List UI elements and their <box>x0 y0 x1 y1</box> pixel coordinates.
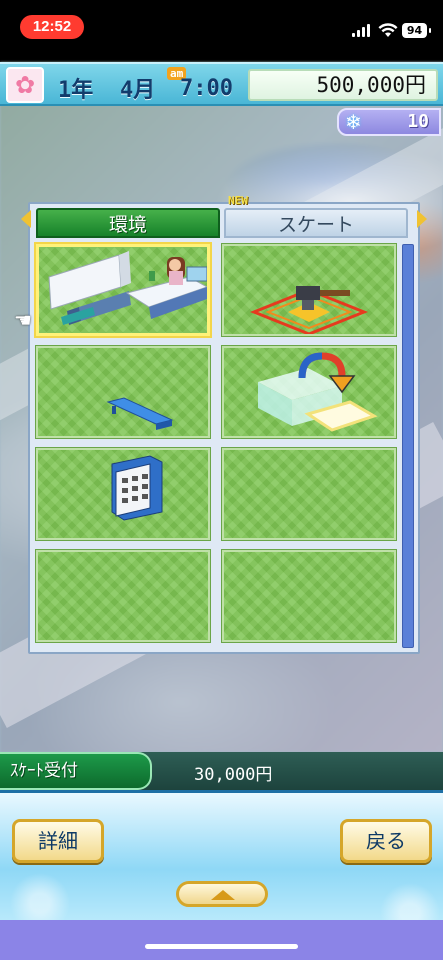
vending-machine-icon <box>111 455 163 521</box>
tab-environment[interactable]: 環境 <box>36 208 220 238</box>
tab-next-arrow-icon[interactable] <box>417 210 427 228</box>
selected-item-price: 30,000円 <box>194 765 273 785</box>
month-display: 4月 <box>120 78 156 103</box>
selected-item-name: ｽｹｰﾄ受付 <box>0 752 152 790</box>
top-hud: ✿ 1年 4月 am 7:00 500,000円 <box>0 62 443 106</box>
triangle-up-icon <box>211 890 235 900</box>
status-bar: 12:52 94 <box>0 0 443 62</box>
reception-counter-icon <box>48 251 209 325</box>
back-button[interactable]: 戻る <box>340 819 432 863</box>
item-grid <box>34 242 404 650</box>
pointing-hand-icon: ☚ <box>14 308 32 332</box>
signal-icon <box>352 24 372 37</box>
new-badge: NEW <box>228 194 248 207</box>
catalog-scrollbar[interactable] <box>402 244 414 648</box>
expand-panel-button[interactable] <box>176 881 268 907</box>
home-area <box>0 920 443 960</box>
selected-item-bar: ｽｹｰﾄ受付 30,000円 <box>0 752 443 790</box>
item-empty-slot[interactable] <box>221 447 397 541</box>
build-catalog-panel: 環境 スケート NEW ☚ <box>14 194 427 654</box>
money-display: 500,000円 <box>248 69 438 101</box>
home-indicator[interactable] <box>145 944 298 949</box>
item-skate-rink-tool[interactable] <box>221 243 397 337</box>
battery-icon: 94 <box>402 23 431 38</box>
item-empty-slot[interactable] <box>221 549 397 643</box>
year-display: 1年 <box>58 78 94 103</box>
item-skate-reception[interactable] <box>34 242 212 338</box>
flower-icon[interactable]: ✿ <box>6 67 44 103</box>
wifi-icon <box>378 23 398 37</box>
item-empty-slot[interactable] <box>35 549 211 643</box>
snow-points-counter: ❄ 10 <box>337 108 441 136</box>
tab-prev-arrow-icon[interactable] <box>21 210 31 228</box>
item-bench[interactable] <box>35 345 211 439</box>
bottom-control-panel: 詳細 戻る <box>0 790 443 920</box>
rink-construct-icon <box>249 286 369 336</box>
snow-count: 10 <box>407 111 429 132</box>
move-arrow-icon <box>258 352 378 432</box>
game-time: 7:00 <box>180 76 233 101</box>
battery-level: 94 <box>406 24 423 37</box>
details-button[interactable]: 詳細 <box>12 819 104 863</box>
item-vending-machine[interactable] <box>35 447 211 541</box>
snowflake-icon: ❄ <box>345 110 362 134</box>
status-time: 12:52 <box>20 15 84 39</box>
bench-icon <box>106 397 174 430</box>
tab-skate[interactable]: スケート <box>224 208 408 238</box>
item-move-rink-tool[interactable] <box>221 345 397 439</box>
